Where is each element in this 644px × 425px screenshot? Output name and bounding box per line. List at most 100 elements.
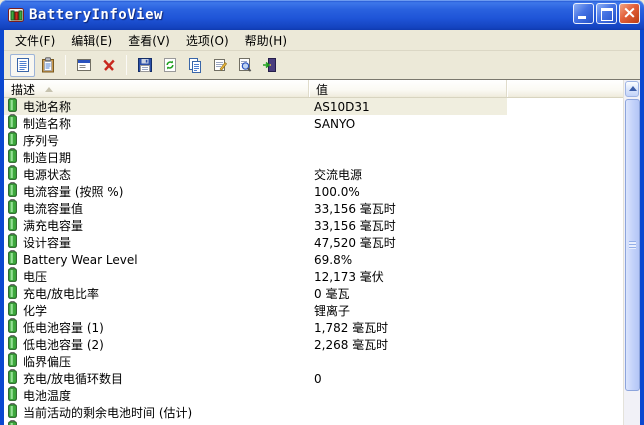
table-row[interactable]: 充电/放电循环数目 0 <box>4 369 623 387</box>
table-row[interactable]: 满充电容量 33,156 毫瓦时 <box>4 216 623 234</box>
row-description: 低电池容量 (2) <box>23 338 104 352</box>
row-description: 当前活动的剩余电池时间 (估计) <box>23 406 193 420</box>
report-view-icon <box>15 57 31 73</box>
row-description: Battery Wear Level <box>23 252 138 267</box>
menu-item-view[interactable]: 查看(V) <box>120 30 178 51</box>
row-description: 临界偏压 <box>23 355 72 369</box>
row-description: 电压 <box>23 270 48 284</box>
battery-info-table: 描述 值 电池名称 AS10D31 制造名称 SANYO 序列号制造日期电源状态 交流电源… <box>4 79 640 425</box>
sort-ascending-icon <box>45 87 54 92</box>
table-row[interactable] <box>4 420 623 425</box>
table-row[interactable]: 序列号 <box>4 131 623 149</box>
column-header-empty[interactable] <box>507 80 623 97</box>
row-description: 电流容量 (按照 %) <box>23 185 124 199</box>
vertical-scrollbar[interactable] <box>623 80 640 425</box>
copy-icon <box>187 57 203 73</box>
minimize-button[interactable] <box>573 3 594 24</box>
row-value: 2,268 毫瓦时 <box>314 338 389 352</box>
menu-item-options[interactable]: 选项(O) <box>178 30 237 51</box>
properties-icon <box>212 57 228 73</box>
scrollbar-up-icon[interactable] <box>625 81 639 97</box>
table-row[interactable]: 电流容量值 33,156 毫瓦时 <box>4 199 623 217</box>
column-header-value-label: 值 <box>316 83 329 97</box>
app-icon <box>8 7 24 23</box>
table-row[interactable]: 化学 锂离子 <box>4 301 623 319</box>
window-body: 文件(F) 编辑(E) 查看(V) 选项(O) 帮助(H) 描述 值 电池名称 AS10D… <box>0 30 644 425</box>
exit-button[interactable] <box>257 54 282 77</box>
window-controls <box>573 3 640 24</box>
delete-button[interactable] <box>96 54 121 77</box>
battery-icon <box>4 420 23 425</box>
row-description: 序列号 <box>23 134 60 148</box>
table-row[interactable]: 制造日期 <box>4 148 623 166</box>
table-row[interactable]: 电流容量 (按照 %) 100.0% <box>4 182 623 200</box>
row-value: 12,173 毫伏 <box>314 270 384 284</box>
table-row[interactable]: 设计容量 47,520 毫瓦时 <box>4 233 623 251</box>
battery-info-view-window: BatteryInfoView 文件(F)编辑(E)查看(V)选项(O)帮助(H… <box>0 0 644 425</box>
menu-item-help[interactable]: 帮助(H) <box>237 30 295 51</box>
row-description: 充电/放电比率 <box>23 287 100 301</box>
table-row[interactable]: 电池温度 <box>4 386 623 404</box>
menu-bar: 文件(F) 编辑(E) 查看(V) 选项(O) 帮助(H) <box>4 30 640 51</box>
row-description: 电池温度 <box>23 389 72 403</box>
row-description: 电池名称 <box>23 100 72 114</box>
column-header-value[interactable]: 值 <box>309 80 507 97</box>
row-description: 制造名称 <box>23 117 72 131</box>
row-description: 满充电容量 <box>23 219 84 233</box>
clipboard-view-button[interactable] <box>35 54 60 77</box>
choose-columns-button[interactable] <box>71 54 96 77</box>
find-button[interactable] <box>232 54 257 77</box>
row-value: 69.8% <box>314 252 353 267</box>
properties-button[interactable] <box>207 54 232 77</box>
table-rows: 电池名称 AS10D31 制造名称 SANYO 序列号 制造日期 电源状态 交流电源 电流容量 … <box>4 98 623 425</box>
row-value: 锂离子 <box>314 304 351 318</box>
menu-item-file[interactable]: 文件(F) <box>7 30 63 51</box>
column-header-description-label: 描述 <box>11 83 36 97</box>
copy-button[interactable] <box>182 54 207 77</box>
table-row[interactable]: Battery Wear Level 69.8% <box>4 250 623 268</box>
title-bar: BatteryInfoView <box>0 0 644 30</box>
row-value: 0 <box>314 371 322 386</box>
delete-icon <box>101 57 117 73</box>
row-description: 电流容量值 <box>23 202 84 216</box>
exit-icon <box>262 57 278 73</box>
row-value: 47,520 毫瓦时 <box>314 236 396 250</box>
table-row[interactable]: 低电池容量 (2) 2,268 毫瓦时 <box>4 335 623 353</box>
toolbar <box>4 51 640 79</box>
refresh-icon <box>162 57 178 73</box>
report-view-button[interactable] <box>10 53 35 77</box>
table-row[interactable]: 电源状态 交流电源 <box>4 165 623 183</box>
clipboard-view-icon <box>40 57 56 73</box>
table-row[interactable]: 制造名称 SANYO <box>4 114 623 132</box>
scrollbar-thumb[interactable] <box>625 99 640 391</box>
toolbar-separator <box>126 55 127 75</box>
row-value: 1,782 毫瓦时 <box>314 321 389 335</box>
row-value: 33,156 毫瓦时 <box>314 202 396 216</box>
table-row[interactable]: 临界偏压 <box>4 352 623 370</box>
table-header: 描述 值 <box>4 80 623 98</box>
scrollbar-grip-icon <box>629 241 636 249</box>
table-row[interactable]: 电池名称 AS10D31 <box>4 98 623 115</box>
row-description: 制造日期 <box>23 151 72 165</box>
row-description: 化学 <box>23 304 48 318</box>
column-header-description[interactable]: 描述 <box>4 80 309 97</box>
menu-item-edit[interactable]: 编辑(E) <box>63 30 120 51</box>
row-description: 电源状态 <box>23 168 72 182</box>
window-title: BatteryInfoView <box>29 7 163 23</box>
table-row[interactable]: 低电池容量 (1) 1,782 毫瓦时 <box>4 318 623 336</box>
find-icon <box>237 57 253 73</box>
save-button[interactable] <box>132 54 157 77</box>
row-value: 0 毫瓦 <box>314 287 350 301</box>
maximize-button[interactable] <box>596 3 617 24</box>
row-value: AS10D31 <box>314 99 370 114</box>
close-button[interactable] <box>619 3 640 24</box>
refresh-button[interactable] <box>157 54 182 77</box>
table-row[interactable]: 当前活动的剩余电池时间 (估计) <box>4 403 623 421</box>
row-value: 交流电源 <box>314 168 363 182</box>
table-row[interactable]: 电压 12,173 毫伏 <box>4 267 623 285</box>
row-description: 低电池容量 (1) <box>23 321 104 335</box>
save-icon <box>137 57 153 73</box>
toolbar-separator <box>65 55 66 75</box>
table-row[interactable]: 充电/放电比率 0 毫瓦 <box>4 284 623 302</box>
row-value: 33,156 毫瓦时 <box>314 219 396 233</box>
